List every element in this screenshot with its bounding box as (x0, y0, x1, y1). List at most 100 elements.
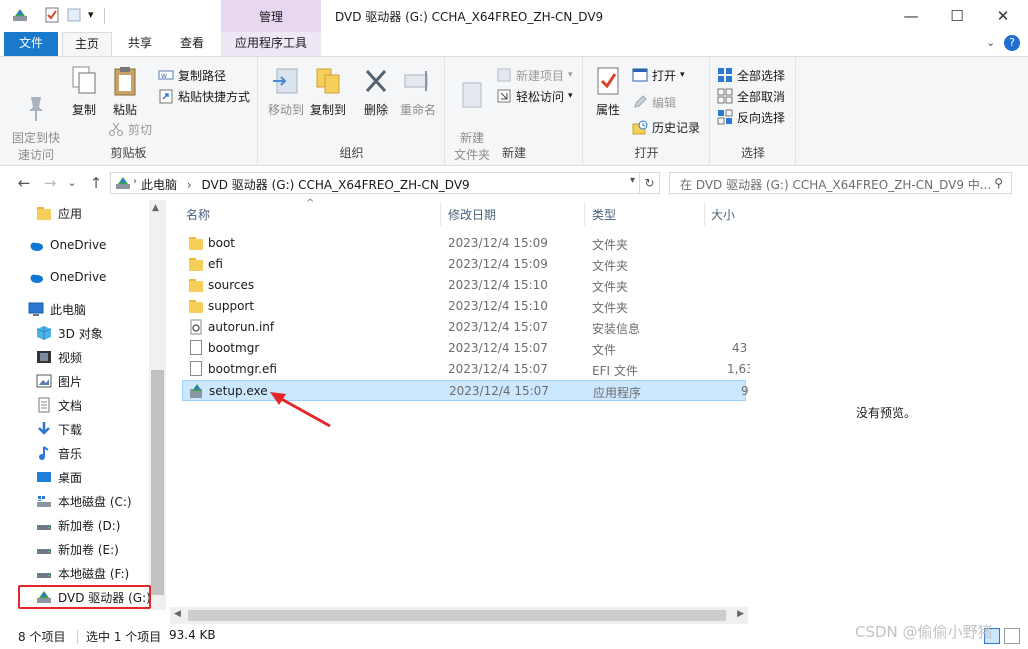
properties-quick-icon[interactable] (44, 7, 60, 23)
column-separator[interactable] (440, 202, 441, 226)
forward-button[interactable]: → (40, 173, 60, 193)
nav-item-onedrive[interactable]: OneDrive (28, 234, 106, 256)
selection-count: 选中 1 个项目 (86, 630, 162, 644)
horizontal-scroll-thumb[interactable] (188, 610, 726, 621)
quick-access-dropdown[interactable]: ▾ (88, 8, 104, 24)
chevron-down-icon[interactable]: ⌄ (986, 36, 995, 49)
refresh-button[interactable]: ↻ (640, 172, 660, 194)
maximize-button[interactable]: ☐ (934, 0, 980, 32)
column-header-name[interactable]: 名称 (186, 206, 210, 223)
nav-item-documents[interactable]: 文档 (36, 394, 82, 416)
copy-path-button[interactable]: W 复制路径 (158, 65, 226, 85)
nav-item-pictures[interactable]: 图片 (36, 370, 82, 392)
delete-button[interactable]: 删除 (354, 63, 398, 118)
minimize-button[interactable]: — (888, 0, 934, 32)
dvd-drive-app-icon[interactable] (12, 7, 28, 23)
download-icon (36, 421, 52, 437)
properties-button[interactable]: 属性 (586, 63, 630, 118)
address-dropdown-button[interactable]: ▾ (630, 175, 635, 186)
file-name: autorun.inf (208, 320, 275, 334)
cut-button[interactable]: 剪切 (108, 119, 152, 139)
file-row-autorun[interactable]: autorun.inf 2023/12/4 15:07 安装信息 (182, 317, 746, 338)
column-header-size[interactable]: 大小 (711, 206, 735, 223)
copy-to-button[interactable]: 复制到 (306, 63, 350, 118)
nav-item-drive-f[interactable]: 本地磁盘 (F:) (36, 562, 129, 584)
tab-file[interactable]: 文件 (4, 32, 58, 56)
select-none-button[interactable]: 全部取消 (717, 86, 785, 106)
breadcrumb-dvd-drive[interactable]: DVD 驱动器 (G:) CCHA_X64FREO_ZH-CN_DV9 (201, 178, 469, 192)
paste-shortcut-button[interactable]: 粘贴快捷方式 (158, 86, 250, 106)
nav-scroll-thumb[interactable] (151, 370, 164, 595)
file-row-support[interactable]: support 2023/12/4 15:10 文件夹 (182, 296, 746, 317)
nav-item-downloads[interactable]: 下载 (36, 418, 82, 440)
nav-item-3d-objects[interactable]: 3D 对象 (36, 322, 103, 344)
nav-scrollbar[interactable]: ▲ (149, 200, 166, 610)
select-all-icon (717, 67, 733, 83)
nav-item-label: 音乐 (58, 446, 83, 461)
nav-item-drive-e[interactable]: 新加卷 (E:) (36, 538, 119, 560)
file-type: 文件夹 (592, 238, 629, 252)
select-all-button[interactable]: 全部选择 (717, 65, 785, 85)
column-header-date[interactable]: 修改日期 (448, 206, 496, 223)
recent-locations-button[interactable]: ⌄ (62, 173, 82, 193)
copy-button[interactable]: 复制 (62, 63, 106, 118)
music-icon (36, 445, 52, 461)
file-date: 2023/12/4 15:10 (448, 278, 548, 292)
new-item-button[interactable]: 新建项目 ▾ (496, 65, 573, 85)
tab-view[interactable]: 查看 (168, 32, 216, 56)
tab-share[interactable]: 共享 (116, 32, 164, 56)
nav-item-onedrive-2[interactable]: OneDrive (28, 266, 106, 288)
tab-home[interactable]: 主页 (62, 32, 112, 56)
nav-item-label: OneDrive (50, 270, 107, 284)
easy-access-button[interactable]: 轻松访问 ▾ (496, 86, 573, 106)
column-separator[interactable] (584, 202, 585, 226)
large-icons-view-icon[interactable] (1004, 628, 1020, 644)
file-row-bootmgr-efi[interactable]: bootmgr.efi 2023/12/4 15:07 EFI 文件 1,63 (182, 359, 754, 380)
nav-item-drive-c[interactable]: 本地磁盘 (C:) (36, 490, 132, 512)
nav-item-videos[interactable]: 视频 (36, 346, 82, 368)
desktop-icon (36, 469, 52, 485)
back-button[interactable]: ← (14, 173, 34, 193)
breadcrumb-this-pc[interactable]: 此电脑 (141, 178, 177, 192)
copy-to-icon (313, 65, 343, 97)
move-to-button[interactable]: 移动到 (264, 63, 308, 118)
address-bar[interactable]: › 此电脑 › DVD 驱动器 (G:) CCHA_X64FREO_ZH-CN_… (110, 172, 640, 194)
scroll-left-arrow[interactable]: ◀ (174, 609, 181, 619)
file-row-efi[interactable]: efi 2023/12/4 15:09 文件夹 (182, 254, 746, 275)
nav-item-label: 应用 (58, 206, 83, 221)
drive-icon (36, 541, 52, 557)
horizontal-scrollbar[interactable]: ◀ ▶ (170, 607, 748, 624)
rename-button[interactable]: 重命名 (396, 63, 440, 118)
selection-size: 93.4 KB (169, 628, 216, 642)
file-row-bootmgr[interactable]: bootmgr 2023/12/4 15:07 文件 43 (182, 338, 747, 359)
column-header-type[interactable]: 类型 (592, 206, 616, 223)
open-button[interactable]: 打开 ▾ (632, 65, 685, 85)
nav-item-this-pc[interactable]: 此电脑 (28, 298, 86, 320)
up-button[interactable]: ↑ (86, 173, 106, 193)
file-row-sources[interactable]: sources 2023/12/4 15:10 文件夹 (182, 275, 746, 296)
scroll-right-arrow[interactable]: ▶ (737, 609, 744, 619)
help-icon[interactable]: ? (1004, 35, 1020, 51)
tab-application-tools[interactable]: 应用程序工具 (221, 32, 321, 56)
cloud-icon (28, 269, 44, 285)
new-folder-quick-icon[interactable] (66, 7, 82, 23)
paste-button[interactable]: 粘贴 (103, 63, 147, 118)
edit-button[interactable]: 编辑 (632, 92, 676, 112)
invert-selection-button[interactable]: 反向选择 (717, 107, 785, 127)
close-button[interactable]: ✕ (980, 0, 1026, 32)
history-button[interactable]: 历史记录 (632, 117, 700, 137)
column-separator[interactable] (704, 202, 705, 226)
file-row-boot[interactable]: boot 2023/12/4 15:09 文件夹 (182, 233, 746, 254)
new-group-label: 新建 (501, 146, 526, 160)
computer-icon (28, 301, 44, 317)
search-input[interactable]: 在 DVD 驱动器 (G:) CCHA_X64FREO_ZH-CN_DV9 中.… (669, 172, 1012, 194)
scroll-up-arrow[interactable]: ▲ (152, 203, 159, 213)
nav-item-apps[interactable]: 应用 (36, 202, 82, 224)
nav-item-drive-d[interactable]: 新加卷 (D:) (36, 514, 120, 536)
nav-item-music[interactable]: 音乐 (36, 442, 82, 464)
file-name: support (208, 299, 255, 313)
file-size: 9 (741, 384, 749, 398)
nav-item-desktop[interactable]: 桌面 (36, 466, 82, 488)
edit-label: 编辑 (652, 95, 677, 110)
search-icon: ⚲ (994, 176, 1003, 190)
